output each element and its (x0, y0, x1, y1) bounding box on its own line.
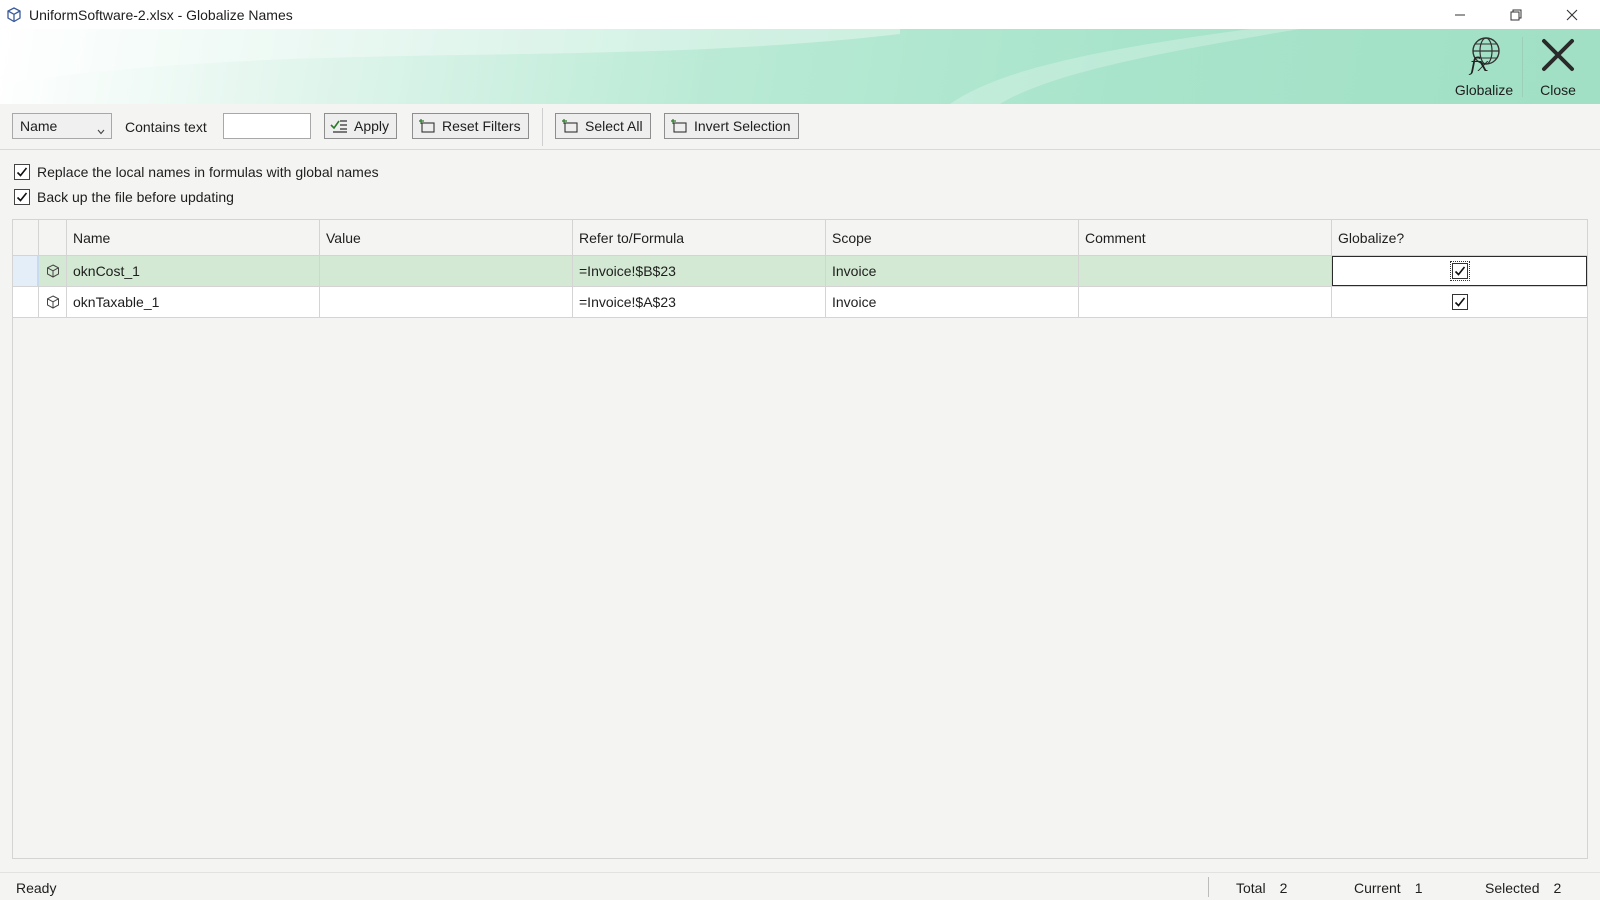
cell-value[interactable] (320, 256, 573, 286)
checkmark-icon (1454, 266, 1465, 276)
replace-names-checkbox[interactable] (14, 164, 30, 180)
backup-file-label: Back up the file before updating (37, 189, 234, 205)
cube-icon (39, 287, 67, 317)
cell-comment[interactable] (1079, 256, 1332, 286)
column-header-scope[interactable]: Scope (826, 220, 1079, 255)
cell-name[interactable]: oknTaxable_1 (67, 287, 320, 317)
cell-refer[interactable]: =Invoice!$B$23 (573, 256, 826, 286)
row-selector-header (13, 220, 39, 255)
cube-icon (39, 256, 67, 286)
invert-selection-label: Invert Selection (694, 118, 791, 134)
cell-name[interactable]: oknCost_1 (67, 256, 320, 286)
apply-button[interactable]: Apply (324, 113, 398, 139)
globalize-checkbox[interactable] (1449, 261, 1470, 281)
select-all-button[interactable]: Select All (555, 113, 651, 139)
status-selected: Selected 2 (1485, 880, 1561, 896)
selected-value: 2 (1553, 880, 1562, 896)
row-selector[interactable] (13, 287, 39, 317)
selected-label: Selected (1485, 880, 1540, 896)
toolbar-separator (542, 108, 543, 146)
reset-filters-button[interactable]: Reset Filters (412, 113, 529, 139)
ribbon: fx Globalize Close (0, 29, 1600, 104)
status-bar: Ready Total 2 Current 1 Selected 2 (0, 872, 1600, 900)
title-bar: UniformSoftware-2.xlsx - Globalize Names (0, 0, 1600, 29)
restore-button[interactable] (1488, 0, 1544, 29)
minimize-icon (1455, 14, 1465, 15)
column-header-globalize[interactable]: Globalize? (1332, 220, 1587, 255)
window-title: UniformSoftware-2.xlsx - Globalize Names (29, 6, 293, 23)
cell-scope[interactable]: Invoice (826, 256, 1079, 286)
globalize-names-window: UniformSoftware-2.xlsx - Globalize Names (0, 0, 1600, 900)
names-grid: Name Value Refer to/Formula Scope Commen… (12, 219, 1588, 859)
globe-fx-icon: fx (1464, 35, 1504, 78)
cell-value[interactable] (320, 287, 573, 317)
globalize-label: Globalize (1454, 82, 1514, 98)
close-icon (1566, 9, 1578, 20)
table-row[interactable]: oknCost_1 =Invoice!$B$23 Invoice (13, 256, 1587, 287)
close-button[interactable]: Close (1525, 35, 1591, 99)
select-all-label: Select All (585, 118, 643, 134)
table-row[interactable]: oknTaxable_1 =Invoice!$A$23 Invoice (13, 287, 1587, 318)
close-label: Close (1540, 82, 1576, 98)
grid-header: Name Value Refer to/Formula Scope Commen… (13, 220, 1587, 256)
field-select[interactable]: Name (12, 113, 112, 139)
column-header-comment[interactable]: Comment (1079, 220, 1332, 255)
column-header-refer[interactable]: Refer to/Formula (573, 220, 826, 255)
total-value: 2 (1279, 880, 1288, 896)
cube-icon (5, 6, 23, 24)
cell-scope[interactable]: Invoice (826, 287, 1079, 317)
backup-file-checkbox[interactable] (14, 189, 30, 205)
contains-text-label: Contains text (125, 119, 207, 135)
reset-filters-label: Reset Filters (442, 118, 521, 134)
backup-file-option[interactable]: Back up the file before updating (14, 189, 234, 205)
window-close-button[interactable] (1544, 0, 1600, 29)
minimize-button[interactable] (1432, 0, 1488, 29)
cell-globalize[interactable] (1332, 287, 1587, 317)
ribbon-decoration (0, 29, 1300, 104)
checkmark-icon (16, 167, 28, 177)
current-value: 1 (1414, 880, 1423, 896)
row-selector[interactable] (13, 256, 39, 286)
checkmark-icon (16, 192, 28, 202)
svg-text:fx: fx (1468, 52, 1489, 75)
status-total: Total 2 (1236, 880, 1287, 896)
globalize-button[interactable]: fx Globalize (1448, 35, 1520, 99)
cell-refer[interactable]: =Invoice!$A$23 (573, 287, 826, 317)
filter-toolbar: Name Contains text Apply Reset Filters S… (0, 104, 1600, 150)
restore-icon (1510, 9, 1522, 20)
column-header-value[interactable]: Value (320, 220, 573, 255)
ribbon-separator (1522, 37, 1523, 97)
current-label: Current (1354, 880, 1401, 896)
total-label: Total (1236, 880, 1266, 896)
replace-names-option[interactable]: Replace the local names in formulas with… (14, 164, 379, 180)
cell-comment[interactable] (1079, 287, 1332, 317)
contains-text-input[interactable] (223, 113, 311, 139)
status-separator (1208, 877, 1209, 897)
field-select-value: Name (20, 118, 58, 134)
globalize-checkbox[interactable] (1451, 294, 1468, 310)
reset-icon (418, 118, 436, 134)
filter-list-icon (330, 118, 348, 134)
icon-column-header (39, 220, 67, 255)
invert-selection-icon (670, 118, 688, 134)
status-current: Current 1 (1354, 880, 1422, 896)
cell-globalize[interactable] (1332, 256, 1587, 286)
column-header-name[interactable]: Name (67, 220, 320, 255)
close-x-icon (1538, 35, 1578, 78)
replace-names-label: Replace the local names in formulas with… (37, 164, 379, 180)
select-all-icon (561, 118, 579, 134)
apply-label: Apply (354, 118, 390, 134)
chevron-down-icon (97, 122, 105, 138)
status-text: Ready (16, 880, 57, 896)
checkmark-icon (1454, 297, 1465, 307)
invert-selection-button[interactable]: Invert Selection (664, 113, 799, 139)
